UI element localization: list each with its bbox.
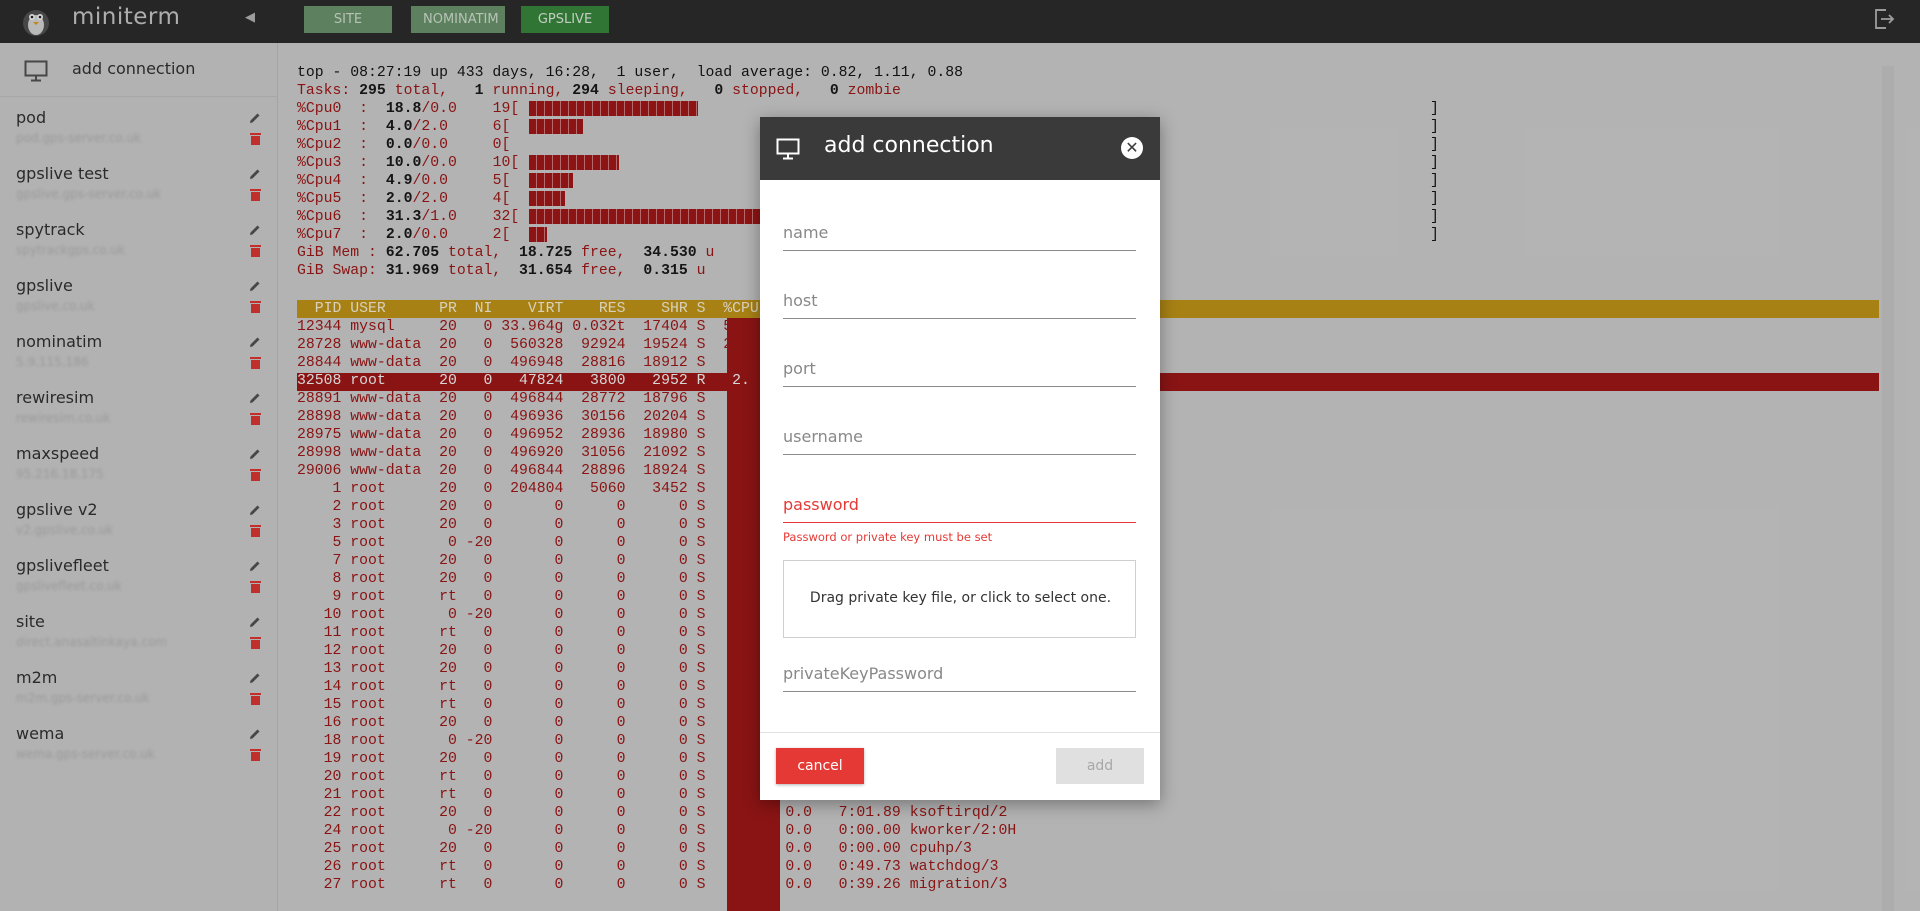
add-button[interactable]: add: [1056, 748, 1144, 784]
host-field[interactable]: host: [783, 279, 1136, 319]
password-error-text: Password or private key must be set: [783, 530, 993, 544]
username-field[interactable]: username: [783, 415, 1136, 455]
port-field[interactable]: port: [783, 347, 1136, 387]
dialog-title: add connection: [824, 133, 994, 158]
dialog-footer-divider: [760, 732, 1160, 733]
private-key-password-field[interactable]: privateKeyPassword: [783, 652, 1136, 692]
dropzone-label: Drag private key file, or click to selec…: [809, 590, 1112, 606]
dialog-header: add connection ✕: [760, 117, 1160, 180]
monitor-icon: [776, 138, 800, 160]
private-key-dropzone[interactable]: Drag private key file, or click to selec…: [783, 560, 1136, 638]
name-field[interactable]: name: [783, 211, 1136, 251]
password-field[interactable]: password: [783, 483, 1136, 523]
add-connection-dialog: add connection ✕ name host port username…: [760, 117, 1160, 800]
cancel-button[interactable]: cancel: [776, 748, 864, 784]
close-icon[interactable]: ✕: [1121, 137, 1143, 159]
